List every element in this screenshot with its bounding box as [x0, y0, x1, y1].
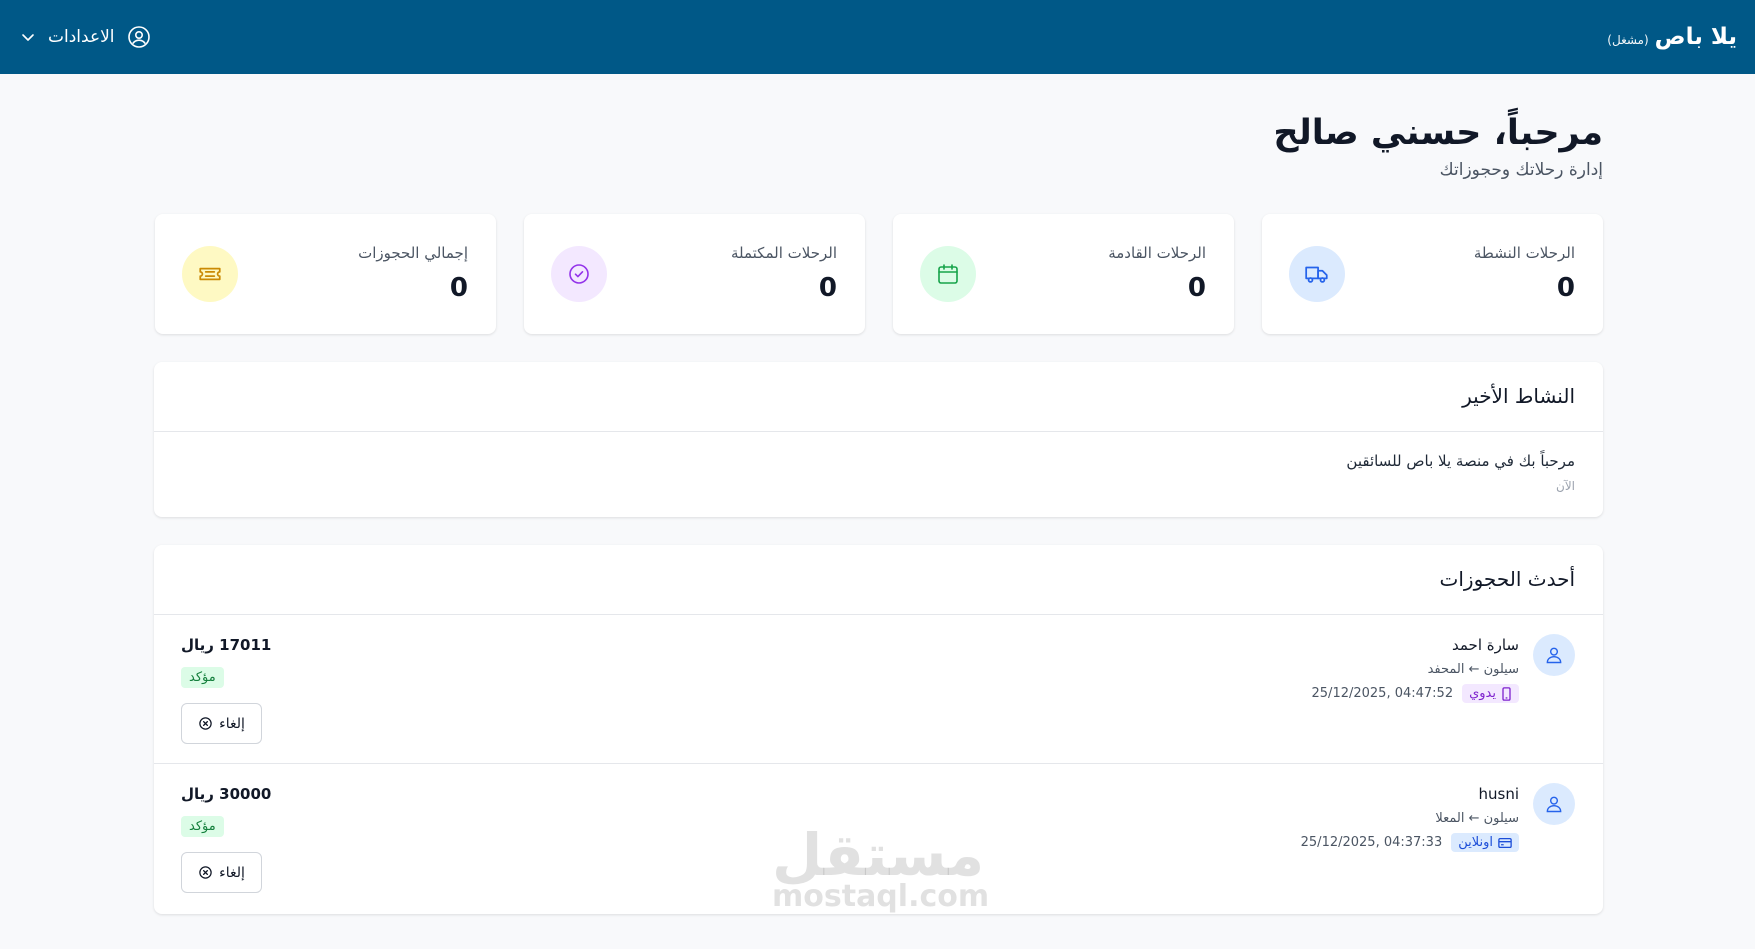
activity-time: الآن: [1556, 479, 1575, 493]
stat-card-upcoming-trips: الرحلات القادمة 0: [893, 214, 1234, 334]
activity-text: مرحباً بك في منصة يلا باص للسائقين: [1346, 452, 1575, 470]
status-badge: مؤكد: [181, 816, 224, 837]
brand[interactable]: يلا باص (مشغل): [1607, 24, 1737, 50]
brand-role: (مشغل): [1607, 33, 1649, 47]
stat-label: الرحلات المكتملة: [730, 244, 837, 262]
panel-header: أحدث الحجوزات: [154, 545, 1603, 615]
panel-header: النشاط الأخير: [154, 362, 1603, 432]
bus-icon: [1289, 246, 1345, 302]
route: سيلون ← المحفد: [1427, 662, 1519, 677]
channel-badge: يدوي: [1462, 684, 1519, 703]
stat-label: الرحلات القادمة: [1108, 244, 1206, 262]
brand-name: يلا باص: [1654, 24, 1737, 50]
channel-badge: اونلاين: [1451, 833, 1519, 852]
stat-value: 0: [449, 273, 468, 303]
cancel-button[interactable]: إلغاء: [181, 852, 262, 893]
user-circle-icon: [127, 26, 150, 48]
cancel-label: إلغاء: [219, 715, 245, 732]
settings-menu[interactable]: الاعدادات: [20, 25, 151, 49]
channel-label: اونلاين: [1458, 835, 1493, 850]
page-title: مرحباً، حسني صالح: [1273, 113, 1603, 153]
calendar-icon: [920, 246, 976, 302]
mobile-icon: [1502, 686, 1511, 701]
latest-bookings-panel: أحدث الحجوزات سارة احمد سيلون ← المحفد ي…: [154, 545, 1603, 914]
booking-date: 25/12/2025, 04:47:52: [1311, 686, 1454, 701]
booking-date: 25/12/2025, 04:37:33: [1300, 835, 1443, 850]
booking-amount: 30000 ريال: [181, 785, 272, 803]
x-circle-icon: [199, 717, 212, 730]
booking-meta: يدوي 25/12/2025, 04:47:52: [1312, 684, 1519, 703]
cancel-label: إلغاء: [219, 864, 245, 881]
stat-card-total-bookings: إجمالي الحجوزات 0: [155, 214, 496, 334]
booking-meta: اونلاين 25/12/2025, 04:37:33: [1301, 833, 1519, 852]
ticket-icon: [182, 246, 238, 302]
stat-label: إجمالي الحجوزات: [358, 244, 468, 262]
user-icon: [1533, 634, 1575, 676]
status-badge: مؤكد: [181, 667, 224, 688]
user-icon: [1533, 783, 1575, 825]
x-circle-icon: [199, 866, 212, 879]
check-circle-icon: [551, 246, 607, 302]
stat-value: 0: [818, 273, 837, 303]
top-navbar: الاعدادات يلا باص (مشغل): [0, 0, 1755, 74]
route: سيلون ← المعلا: [1435, 811, 1519, 826]
stat-value: 0: [1187, 273, 1206, 303]
stats-row: الرحلات النشطة 0 الرحلات القادمة 0 الرحل…: [154, 214, 1603, 334]
chevron-down-icon: [22, 34, 34, 41]
panel-title: النشاط الأخير: [1462, 384, 1575, 408]
channel-label: يدوي: [1469, 686, 1496, 701]
stat-value: 0: [1556, 273, 1575, 303]
welcome-section: مرحباً، حسني صالح إدارة رحلاتك وحجوزاتك: [1273, 112, 1603, 180]
stat-label: الرحلات النشطة: [1473, 244, 1575, 262]
settings-label: الاعدادات: [48, 27, 115, 47]
stat-card-active-trips: الرحلات النشطة 0: [1262, 214, 1603, 334]
passenger-name: husni: [1478, 785, 1519, 803]
stat-card-completed-trips: الرحلات المكتملة 0: [524, 214, 865, 334]
booking-amount: 17011 ريال: [181, 636, 272, 654]
booking-row: husni سيلون ← المعلا اونلاين 25/12/2025,…: [154, 764, 1603, 913]
cancel-button[interactable]: إلغاء: [181, 703, 262, 744]
credit-card-icon: [1498, 837, 1512, 848]
activity-item: مرحباً بك في منصة يلا باص للسائقين الآن: [154, 432, 1603, 516]
recent-activity-panel: النشاط الأخير مرحباً بك في منصة يلا باص …: [154, 362, 1603, 517]
panel-title: أحدث الحجوزات: [1439, 567, 1575, 591]
booking-row: سارة احمد سيلون ← المحفد يدوي 25/12/2025…: [154, 615, 1603, 764]
passenger-name: سارة احمد: [1452, 636, 1519, 654]
page-subtitle: إدارة رحلاتك وحجوزاتك: [1439, 160, 1603, 180]
